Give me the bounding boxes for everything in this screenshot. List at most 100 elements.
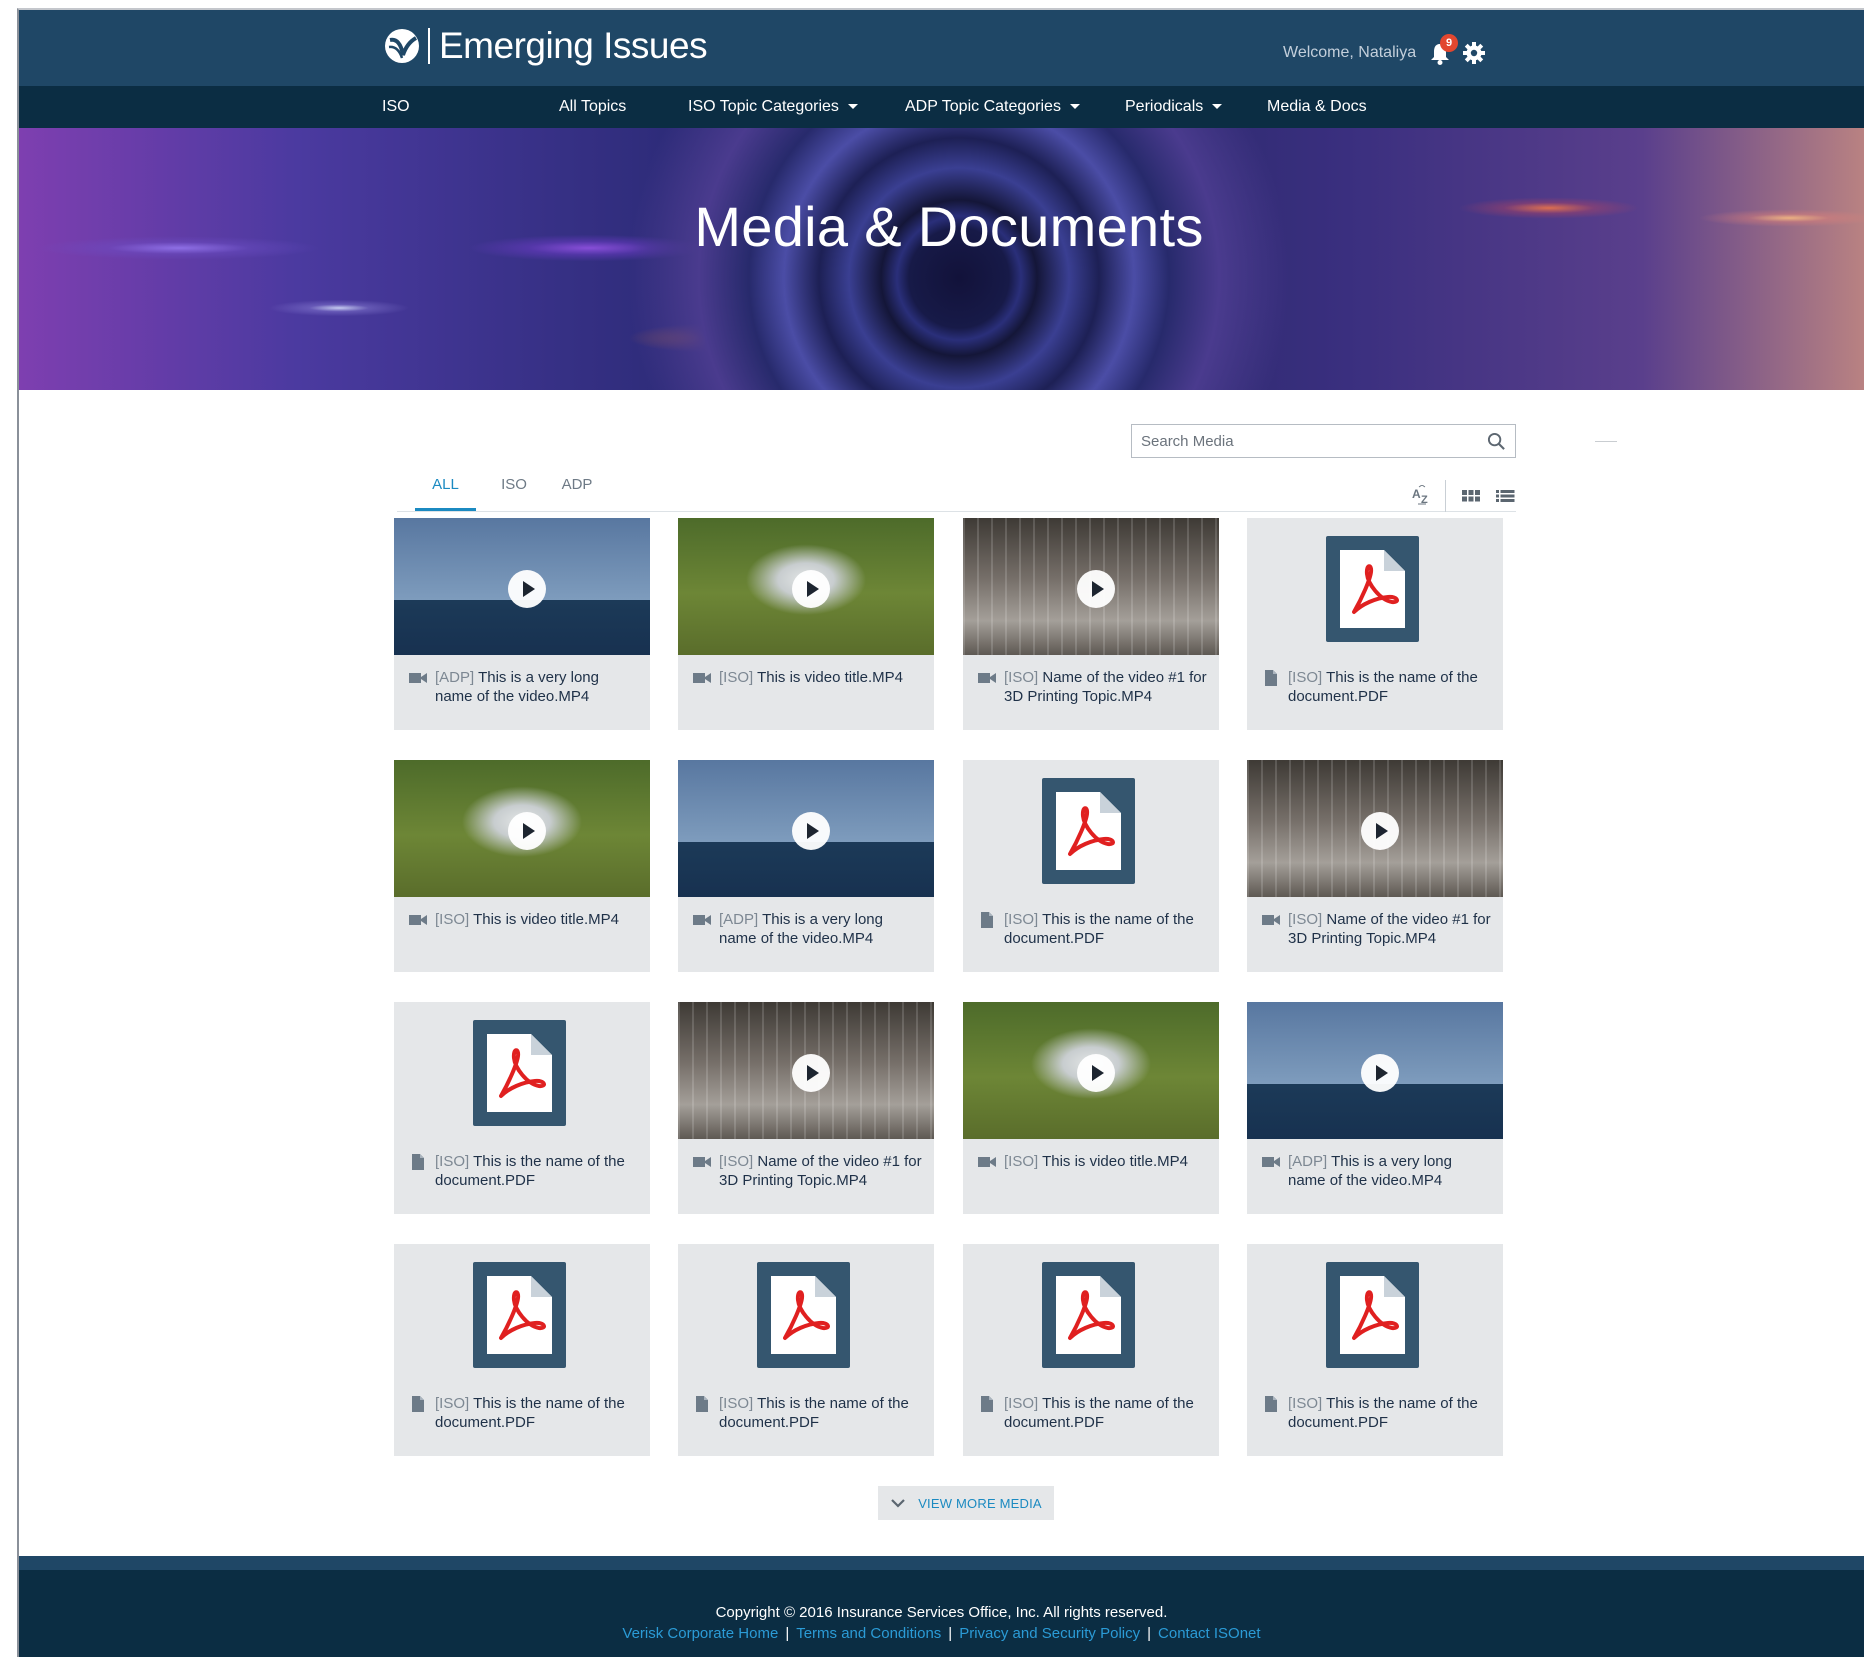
card-caption: [ISO] Name of the video #1 for 3D Printi… (1261, 910, 1493, 948)
footer-link-terms[interactable]: Terms and Conditions (796, 1625, 941, 1642)
video-camera-icon (1262, 1157, 1280, 1167)
play-icon[interactable] (1361, 812, 1399, 850)
card-title: [ISO] This is video title.MP4 (719, 668, 903, 687)
pdf-thumbnail (1247, 518, 1503, 655)
nav-all-topics[interactable]: All Topics (559, 86, 626, 128)
play-icon[interactable] (508, 570, 546, 608)
card-title: [ISO] This is video title.MP4 (1004, 1152, 1188, 1171)
source-tag: [ADP] (1288, 1153, 1328, 1170)
tab-adp[interactable]: ADP (557, 462, 597, 511)
document-card[interactable]: [ISO] This is the name of the document.P… (963, 760, 1219, 972)
file-name[interactable]: This is video title.MP4 (473, 911, 619, 928)
pdf-thumbnail (678, 1244, 934, 1381)
document-card[interactable]: [ISO] This is the name of the document.P… (394, 1244, 650, 1456)
source-tag: [ISO] (1288, 911, 1323, 928)
card-caption: [ISO] This is video title.MP4 (692, 668, 924, 687)
source-tag: [ISO] (1288, 1395, 1323, 1412)
video-card[interactable]: [ISO] Name of the video #1 for 3D Printi… (1247, 760, 1503, 972)
tab-all[interactable]: ALL (415, 462, 476, 511)
video-card[interactable]: [ADP] This is a very long name of the vi… (678, 760, 934, 972)
nav-adp-topic-categories[interactable]: ADP Topic Categories (905, 86, 1080, 128)
card-title: [ISO] Name of the video #1 for 3D Printi… (1288, 910, 1493, 948)
main-nav: ISO All Topics ISO Topic Categories ADP … (19, 86, 1864, 128)
card-title: [ADP] This is a very long name of the vi… (1288, 1152, 1493, 1190)
video-card[interactable]: [ISO] This is video title.MP4 (963, 1002, 1219, 1214)
logo-divider (428, 28, 430, 64)
tab-iso[interactable]: ISO (494, 462, 534, 511)
document-card[interactable]: [ISO] This is the name of the document.P… (1247, 1244, 1503, 1456)
nav-brand-iso[interactable]: ISO (382, 86, 410, 128)
user-area: Welcome, Nataliya 9 (1283, 34, 1486, 66)
browser-viewport: Emerging Issues Welcome, Nataliya 9 ISO … (17, 8, 1864, 1657)
card-title: [ADP] This is a very long name of the vi… (719, 910, 924, 948)
card-caption: [ISO] Name of the video #1 for 3D Printi… (692, 1152, 924, 1190)
source-tag: [ISO] (719, 1153, 754, 1170)
separator: | (948, 1625, 953, 1642)
play-icon[interactable] (792, 1054, 830, 1092)
footer-link-verisk[interactable]: Verisk Corporate Home (622, 1625, 778, 1642)
view-more-button[interactable]: VIEW MORE MEDIA (878, 1486, 1054, 1520)
document-icon (696, 1396, 708, 1412)
site-header: Emerging Issues Welcome, Nataliya 9 (19, 10, 1864, 86)
play-icon[interactable] (1077, 1054, 1115, 1092)
nav-media-docs[interactable]: Media & Docs (1267, 86, 1367, 128)
document-icon (981, 1396, 993, 1412)
caret-down-icon (1069, 104, 1080, 110)
nav-periodicals[interactable]: Periodicals (1125, 86, 1223, 128)
notification-badge: 9 (1440, 34, 1459, 52)
video-camera-icon (409, 673, 427, 683)
video-card[interactable]: [ISO] This is video title.MP4 (678, 518, 934, 730)
notifications-button[interactable]: 9 (1428, 34, 1459, 66)
video-card[interactable]: [ISO] Name of the video #1 for 3D Printi… (963, 518, 1219, 730)
pdf-icon (757, 1262, 850, 1368)
search-input[interactable] (1132, 425, 1472, 457)
list-view-icon[interactable] (1494, 485, 1516, 507)
play-icon[interactable] (508, 812, 546, 850)
footer-link-privacy[interactable]: Privacy and Security Policy (959, 1625, 1140, 1642)
document-card[interactable]: [ISO] This is the name of the document.P… (1247, 518, 1503, 730)
play-icon[interactable] (792, 812, 830, 850)
document-icon (412, 1154, 424, 1170)
document-icon (1265, 670, 1277, 686)
video-thumbnail (1247, 760, 1503, 897)
file-name[interactable]: This is video title.MP4 (757, 669, 903, 686)
source-tag: [ISO] (719, 1395, 754, 1412)
document-card[interactable]: [ISO] This is the name of the document.P… (394, 1002, 650, 1214)
verisk-logo-icon (385, 29, 419, 63)
welcome-text: Welcome, Nataliya (1283, 44, 1417, 61)
nav-label: Periodicals (1125, 98, 1204, 115)
chevron-down-icon (891, 1499, 905, 1508)
view-tools: A Z (1397, 480, 1516, 512)
document-card[interactable]: [ISO] This is the name of the document.P… (963, 1244, 1219, 1456)
document-icon (412, 1396, 424, 1412)
nav-label: ADP Topic Categories (905, 98, 1061, 115)
grid-view-icon[interactable] (1460, 485, 1482, 507)
card-caption: [ISO] This is the name of the document.P… (408, 1152, 640, 1190)
play-icon[interactable] (1361, 1054, 1399, 1092)
document-card[interactable]: [ISO] This is the name of the document.P… (678, 1244, 934, 1456)
play-icon[interactable] (1077, 570, 1115, 608)
site-logo[interactable]: Emerging Issues (384, 26, 708, 66)
video-thumbnail (678, 760, 934, 897)
hero-banner: Media & Documents (19, 128, 1864, 390)
nav-iso-topic-categories[interactable]: ISO Topic Categories (688, 86, 858, 128)
card-title: [ISO] This is the name of the document.P… (1004, 910, 1209, 948)
video-card[interactable]: [ADP] This is a very long name of the vi… (394, 518, 650, 730)
video-card[interactable]: [ISO] This is video title.MP4 (394, 760, 650, 972)
video-camera-icon (693, 673, 711, 683)
play-icon[interactable] (792, 570, 830, 608)
video-camera-icon (409, 915, 427, 925)
file-name[interactable]: This is video title.MP4 (1042, 1153, 1188, 1170)
source-tag: [ISO] (1004, 1153, 1039, 1170)
footer-link-contact[interactable]: Contact ISOnet (1158, 1625, 1261, 1642)
search-icon[interactable] (1487, 432, 1506, 451)
gear-icon[interactable] (1462, 41, 1486, 65)
sort-az-icon[interactable]: A Z (1411, 485, 1433, 507)
card-title: [ADP] This is a very long name of the vi… (435, 668, 640, 706)
pdf-icon (1326, 1262, 1419, 1368)
pdf-thumbnail (963, 1244, 1219, 1381)
source-tag: [ADP] (435, 669, 475, 686)
video-card[interactable]: [ISO] Name of the video #1 for 3D Printi… (678, 1002, 934, 1214)
card-caption: [ISO] This is the name of the document.P… (408, 1394, 640, 1432)
video-card[interactable]: [ADP] This is a very long name of the vi… (1247, 1002, 1503, 1214)
